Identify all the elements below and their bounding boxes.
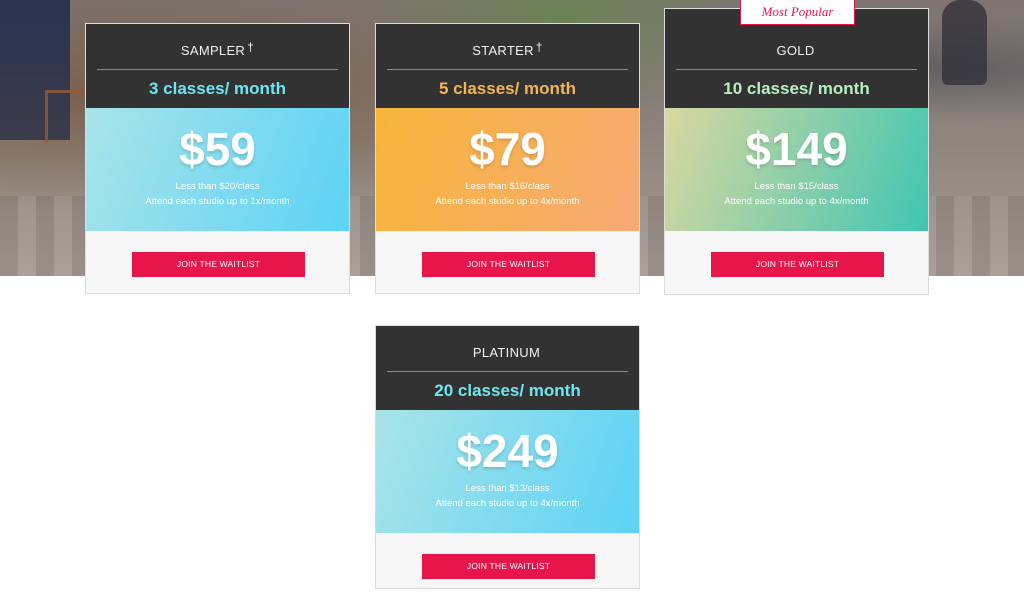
- header-divider: [387, 371, 628, 372]
- join-waitlist-button[interactable]: JOIN THE WAITLIST: [711, 252, 884, 277]
- attendance-limit: Attend each studio up to 4x/month: [724, 196, 869, 207]
- plan-name: STARTER †: [472, 40, 543, 58]
- cafe-chair: [45, 90, 89, 143]
- plan-card-header: STARTER † 5 classes/ month: [376, 24, 639, 108]
- button-area: JOIN THE WAITLIST: [86, 231, 349, 295]
- header-divider: [97, 69, 338, 70]
- plan-card-gold: GOLD 10 classes/ month $149 Less than $1…: [664, 8, 929, 295]
- plan-price: $59: [179, 123, 256, 175]
- plan-card-header: PLATINUM 20 classes/ month: [376, 326, 639, 410]
- plan-name: GOLD: [776, 43, 815, 58]
- join-waitlist-button[interactable]: JOIN THE WAITLIST: [422, 554, 595, 579]
- per-class-cost: Less than $15/class: [754, 181, 839, 192]
- plan-card-header: SAMPLER † 3 classes/ month: [86, 24, 349, 108]
- price-block: $79 Less than $16/class Attend each stud…: [376, 108, 639, 231]
- price-block: $249 Less than $13/class Attend each stu…: [376, 410, 639, 533]
- per-class-cost: Less than $16/class: [465, 181, 550, 192]
- most-popular-badge: Most Popular: [740, 0, 855, 25]
- button-area: JOIN THE WAITLIST: [376, 231, 639, 295]
- attendance-limit: Attend each studio up to 1x/month: [145, 196, 290, 207]
- plan-price: $249: [456, 425, 559, 477]
- price-block: $149 Less than $15/class Attend each stu…: [665, 108, 928, 231]
- per-class-cost: Less than $13/class: [465, 483, 550, 494]
- attendance-limit: Attend each studio up to 4x/month: [435, 498, 580, 509]
- plan-classes-per-month: 3 classes/ month: [148, 79, 286, 98]
- plan-card-platinum: PLATINUM 20 classes/ month $249 Less tha…: [375, 325, 640, 589]
- dagger-mark: †: [535, 40, 543, 54]
- button-area: JOIN THE WAITLIST: [376, 533, 639, 597]
- pedestrian: [942, 0, 987, 85]
- join-waitlist-button[interactable]: JOIN THE WAITLIST: [132, 252, 305, 277]
- plan-price: $79: [469, 123, 546, 175]
- header-divider: [387, 69, 628, 70]
- attendance-limit: Attend each studio up to 4x/month: [435, 196, 580, 207]
- plan-price: $149: [745, 123, 848, 175]
- plan-card-sampler: SAMPLER † 3 classes/ month $59 Less than …: [85, 23, 350, 294]
- button-area: JOIN THE WAITLIST: [665, 231, 928, 295]
- per-class-cost: Less than $20/class: [175, 181, 260, 192]
- plan-card-starter: STARTER † 5 classes/ month $79 Less than …: [375, 23, 640, 294]
- plan-classes-per-month: 20 classes/ month: [434, 381, 581, 400]
- header-divider: [676, 69, 917, 70]
- plan-name: PLATINUM: [472, 345, 541, 360]
- price-block: $59 Less than $20/class Attend each stud…: [86, 108, 349, 231]
- plan-classes-per-month: 5 classes/ month: [438, 79, 576, 98]
- plan-name: SAMPLER †: [180, 40, 255, 58]
- plan-classes-per-month: 10 classes/ month: [723, 79, 870, 98]
- join-waitlist-button[interactable]: JOIN THE WAITLIST: [422, 252, 595, 277]
- dagger-mark: †: [247, 40, 255, 54]
